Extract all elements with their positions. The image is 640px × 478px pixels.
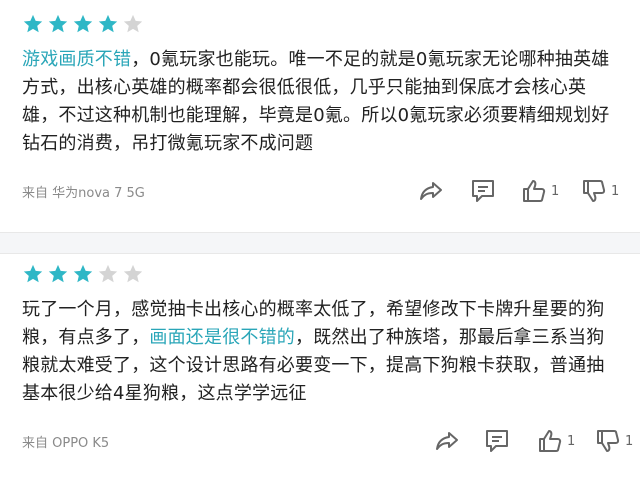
- star-filled-icon: [23, 264, 43, 283]
- share-button[interactable]: [434, 428, 460, 454]
- star-rating: [22, 263, 144, 285]
- review-card: 游戏画质不错，0氪玩家也能玩。唯一不足的就是0氪玩家无论哪种抽英雄方式，出核心英…: [0, 0, 640, 232]
- device-label: 来自 OPPO K5: [22, 436, 110, 451]
- thumbs-up-icon: [539, 430, 562, 452]
- dislike-button[interactable]: 1: [596, 428, 633, 454]
- star-filled-icon: [73, 14, 93, 33]
- thumbs-up-icon: [523, 180, 546, 202]
- thumbs-down-icon: [597, 430, 620, 452]
- like-count: 1: [567, 433, 576, 449]
- thumbs-down-icon: [583, 180, 606, 202]
- share-icon: [420, 182, 442, 200]
- device-label: 来自 华为nova 7 5G: [22, 186, 145, 201]
- star-empty-icon: [123, 264, 143, 283]
- review-highlight: 游戏画质不错: [22, 49, 132, 70]
- star-filled-icon: [73, 264, 93, 283]
- star-empty-icon: [123, 14, 143, 33]
- comment-button[interactable]: [484, 428, 510, 454]
- share-button[interactable]: [418, 178, 444, 204]
- dislike-count: 1: [611, 183, 620, 199]
- comment-icon: [472, 180, 494, 202]
- star-filled-icon: [48, 14, 68, 33]
- comment-button[interactable]: [470, 178, 496, 204]
- star-filled-icon: [98, 14, 118, 33]
- review-text: 游戏画质不错，0氪玩家也能玩。唯一不足的就是0氪玩家无论哪种抽英雄方式，出核心英…: [22, 46, 622, 158]
- like-button[interactable]: 1: [538, 428, 575, 454]
- share-icon: [436, 432, 458, 450]
- review-card: 玩了一个月，感觉抽卡出核心的概率太低了，希望修改下卡牌升星要的狗粮，有点多了，画…: [0, 254, 640, 478]
- review-highlight: 画面还是很不错的: [149, 327, 296, 348]
- like-button[interactable]: 1: [522, 178, 559, 204]
- review-text: 玩了一个月，感觉抽卡出核心的概率太低了，希望修改下卡牌升星要的狗粮，有点多了，画…: [22, 296, 622, 408]
- dislike-count: 1: [625, 433, 634, 449]
- separator: [0, 232, 640, 254]
- star-filled-icon: [23, 14, 43, 33]
- star-empty-icon: [98, 264, 118, 283]
- like-count: 1: [551, 183, 560, 199]
- star-filled-icon: [48, 264, 68, 283]
- dislike-button[interactable]: 1: [582, 178, 619, 204]
- comment-icon: [486, 430, 508, 452]
- star-rating: [22, 13, 144, 35]
